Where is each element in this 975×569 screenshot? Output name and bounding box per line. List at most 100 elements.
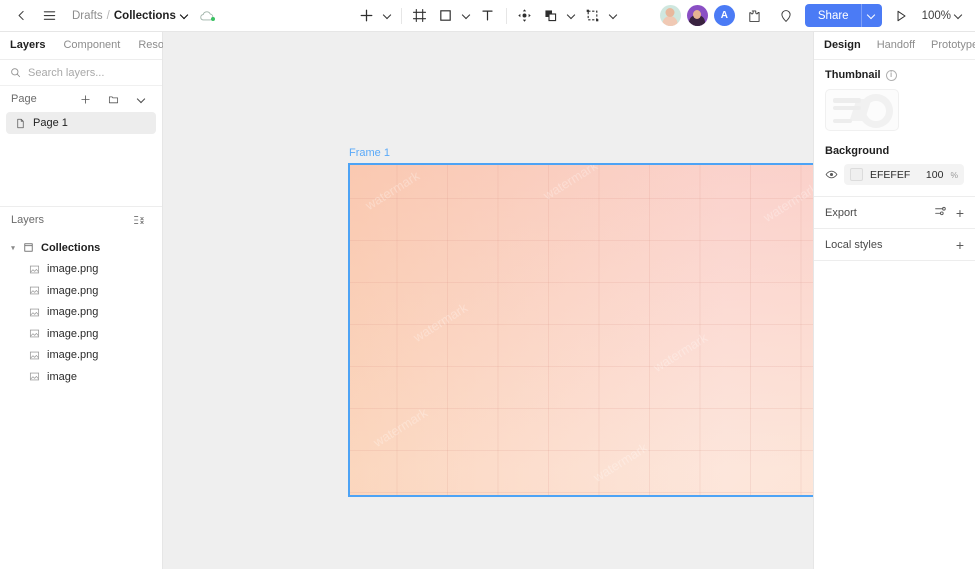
rectangle-icon xyxy=(440,10,451,21)
tab-prototype[interactable]: Prototype xyxy=(931,32,975,59)
comment-pin-icon xyxy=(781,9,791,22)
folder-icon xyxy=(108,95,118,103)
layer-name: image.png xyxy=(47,327,99,340)
tab-design[interactable]: Design xyxy=(824,32,861,59)
layer-row-image-3[interactable]: image.png xyxy=(0,302,162,324)
thumbnail-section: Thumbnail i Background EFEFEF 100 % xyxy=(814,60,975,197)
export-section: Export + xyxy=(814,197,975,229)
chevron-down-icon xyxy=(567,11,576,20)
layer-name: image.png xyxy=(47,263,99,276)
toolbar-left-group: Drafts / Collections xyxy=(0,4,215,28)
collapse-all-layers-button[interactable] xyxy=(126,208,152,232)
main-menu-button[interactable] xyxy=(36,4,62,28)
layer-row-image-6[interactable]: image xyxy=(0,366,162,388)
left-panel: Layers Component Resource Page xyxy=(0,32,185,569)
plus-icon xyxy=(80,94,90,104)
add-export-button[interactable]: + xyxy=(956,206,964,220)
share-dropdown-caret[interactable] xyxy=(862,11,882,20)
avatar-user-1[interactable] xyxy=(659,5,681,26)
boolean-tool-caret[interactable] xyxy=(564,4,580,28)
color-swatch[interactable] xyxy=(850,168,863,181)
chevron-down-icon xyxy=(137,95,146,104)
chevron-down-icon xyxy=(462,11,471,20)
breadcrumb-drafts[interactable]: Drafts xyxy=(72,10,103,22)
layer-row-image-1[interactable]: image.png xyxy=(0,259,162,281)
hamburger-menu-icon xyxy=(43,11,55,20)
add-tool[interactable] xyxy=(354,4,396,28)
visibility-toggle[interactable] xyxy=(825,168,838,181)
page-item-label: Page 1 xyxy=(33,117,68,129)
watermark-overlay: watermark watermark watermark watermark … xyxy=(362,165,813,485)
avatar-user-3[interactable]: A xyxy=(713,5,735,26)
cloud-save-status[interactable] xyxy=(199,10,215,22)
thumbnail-preview[interactable] xyxy=(825,89,899,131)
export-title: Export xyxy=(825,206,857,219)
frame-tool[interactable] xyxy=(407,4,433,28)
image-icon xyxy=(26,328,42,339)
expand-collapse-icon[interactable]: ▾ xyxy=(6,244,20,252)
background-hex-value[interactable]: EFEFEF xyxy=(870,169,910,181)
background-color-field[interactable]: EFEFEF 100 % xyxy=(844,164,964,185)
image-icon xyxy=(26,371,42,382)
component-tool-caret[interactable] xyxy=(606,4,622,28)
new-page-folder-button[interactable] xyxy=(100,87,126,111)
search-icon xyxy=(11,68,21,78)
shape-tool-caret[interactable] xyxy=(459,4,475,28)
add-local-style-button[interactable]: + xyxy=(956,238,964,252)
avatar-user-2[interactable] xyxy=(686,5,708,26)
chevron-down-icon[interactable] xyxy=(180,11,189,20)
background-row: EFEFEF 100 % xyxy=(825,164,964,185)
background-opacity-value[interactable]: 100 xyxy=(926,169,944,181)
right-panel: Design Handoff Prototype Thumbnail i Bac… xyxy=(813,32,975,569)
comment-button[interactable] xyxy=(773,4,799,28)
frame-1[interactable]: watermark watermark watermark watermark … xyxy=(348,163,813,497)
move-tool[interactable] xyxy=(512,4,538,28)
export-actions: + xyxy=(934,205,964,221)
present-button[interactable] xyxy=(888,4,914,28)
thumbnail-placeholder-line-3 xyxy=(833,119,852,123)
toolbar-center-tools xyxy=(354,4,622,28)
zoom-level-label: 100% xyxy=(921,9,951,22)
zoom-control[interactable]: 100% xyxy=(920,10,965,22)
layers-section-title: Layers xyxy=(11,213,45,226)
local-styles-actions: + xyxy=(956,238,964,252)
breadcrumb-file-name[interactable]: Collections xyxy=(114,10,176,22)
frame-label[interactable]: Frame 1 xyxy=(349,147,390,159)
design-canvas[interactable]: Frame 1 watermark watermark watermark wa… xyxy=(163,32,813,569)
layer-row-image-5[interactable]: image.png xyxy=(0,345,162,367)
local-styles-section: Local styles + xyxy=(814,229,975,261)
back-button[interactable] xyxy=(8,4,34,28)
boolean-union-icon xyxy=(545,10,557,22)
share-button[interactable]: Share xyxy=(804,4,882,27)
eye-icon xyxy=(825,170,838,179)
layer-name: image.png xyxy=(47,306,99,319)
page-item-page-1[interactable]: Page 1 xyxy=(6,112,156,134)
shape-tool[interactable] xyxy=(433,4,475,28)
image-icon xyxy=(26,264,42,275)
layer-row-image-2[interactable]: image.png xyxy=(0,280,162,302)
thumbnail-placeholder-line-1 xyxy=(833,98,861,103)
add-page-button[interactable] xyxy=(72,87,98,111)
background-title: Background xyxy=(825,145,890,157)
opacity-unit-label: % xyxy=(950,169,958,180)
text-tool[interactable] xyxy=(475,4,501,28)
image-icon xyxy=(26,350,42,361)
breadcrumb-separator: / xyxy=(106,9,110,22)
tab-handoff[interactable]: Handoff xyxy=(877,32,915,59)
chevron-left-icon xyxy=(18,10,24,21)
component-tool[interactable] xyxy=(580,4,622,28)
add-tool-caret[interactable] xyxy=(380,4,396,28)
tab-component[interactable]: Component xyxy=(63,32,120,59)
boolean-tool[interactable] xyxy=(538,4,580,28)
layer-row-image-4[interactable]: image.png xyxy=(0,323,162,345)
layer-row-collections[interactable]: ▾ Collections xyxy=(0,237,162,259)
export-settings-button[interactable] xyxy=(934,205,947,221)
collapse-pages-button[interactable] xyxy=(128,87,154,111)
plugins-button[interactable] xyxy=(741,4,767,28)
text-T-icon xyxy=(482,10,493,21)
page-file-icon xyxy=(17,118,24,128)
info-icon[interactable]: i xyxy=(885,69,897,81)
play-present-icon xyxy=(897,10,906,21)
search-input[interactable] xyxy=(28,66,148,79)
tab-layers[interactable]: Layers xyxy=(10,32,45,59)
